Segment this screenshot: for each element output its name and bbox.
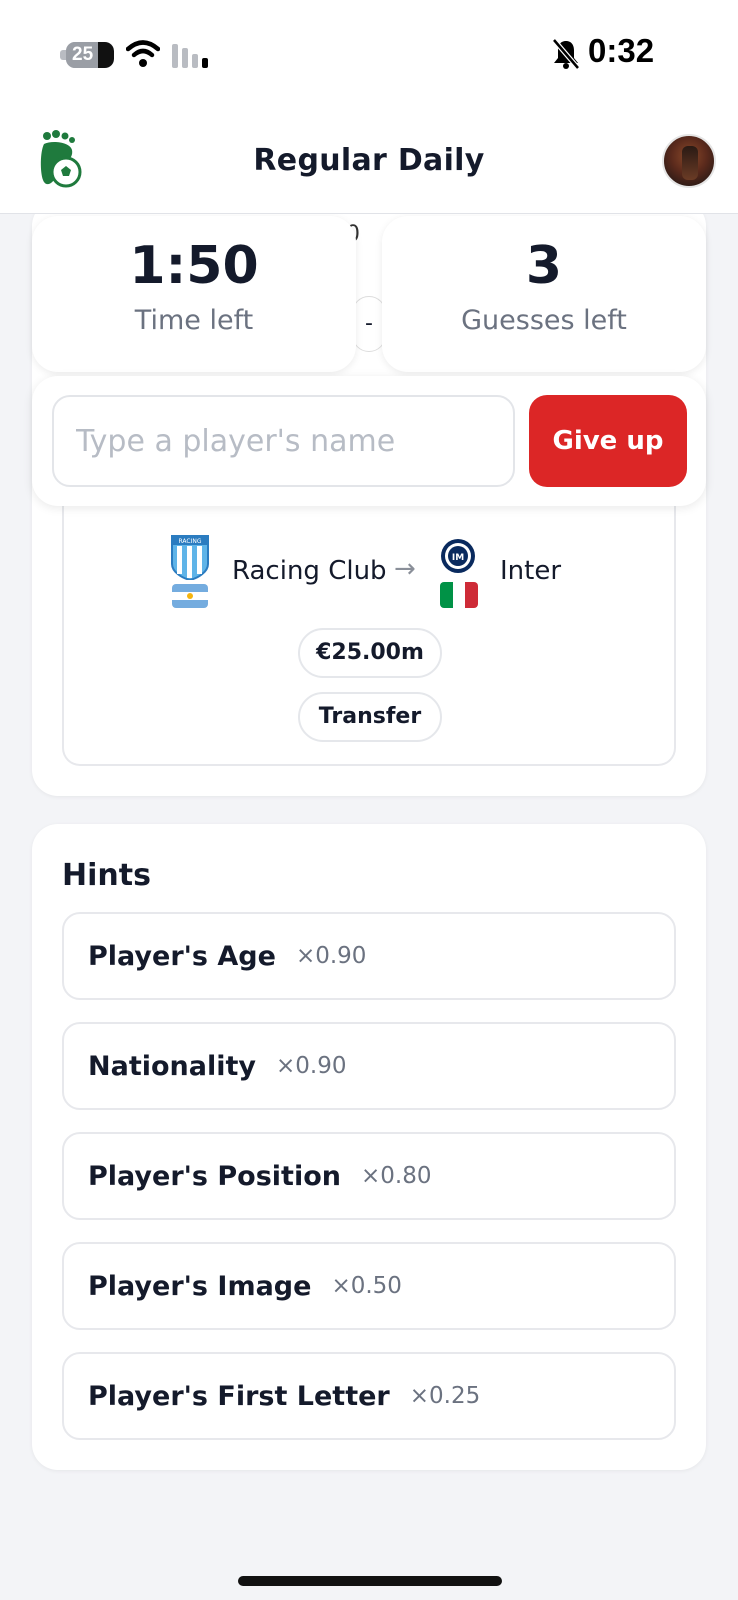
- hint-players-image[interactable]: Player's Image ×0.50: [62, 1242, 676, 1330]
- hint-label: Player's Age: [88, 940, 276, 972]
- obscured-pill-text: -: [365, 311, 373, 336]
- from-club-name: Racing Club: [232, 556, 387, 586]
- hint-players-age[interactable]: Player's Age ×0.90: [62, 912, 676, 1000]
- arrow-right-icon: →: [394, 554, 416, 584]
- wifi-icon: [126, 40, 160, 67]
- guesses-left-label: Guesses left: [461, 305, 627, 337]
- hint-label: Nationality: [88, 1050, 256, 1082]
- give-up-button[interactable]: Give up: [529, 395, 687, 487]
- hint-multiplier: ×0.80: [361, 1163, 432, 1189]
- racing-crest-text: RACING: [178, 538, 201, 545]
- hint-multiplier: ×0.25: [409, 1383, 481, 1409]
- hint-label: Player's Image: [88, 1270, 312, 1302]
- signal-icon: [172, 44, 208, 68]
- hint-multiplier: ×0.50: [331, 1273, 402, 1299]
- hint-multiplier: ×0.90: [276, 1053, 347, 1079]
- bell-muted-icon: [552, 38, 580, 70]
- status-bar: 25 0:32: [0, 0, 738, 110]
- battery-icon: 25: [66, 42, 114, 68]
- transfer-fee-badge: €25.00m: [298, 628, 442, 678]
- avatar[interactable]: [662, 134, 716, 188]
- italy-flag-icon: [440, 582, 478, 608]
- transfer-type-badge: Transfer: [298, 692, 442, 742]
- app-header: Regular Daily: [0, 110, 738, 214]
- guess-input-card: Give up: [32, 376, 706, 506]
- home-indicator[interactable]: [238, 1576, 502, 1586]
- inter-crest-icon: IM: [441, 539, 475, 573]
- hint-multiplier: ×0.90: [295, 943, 367, 969]
- hint-players-position[interactable]: Player's Position ×0.80: [62, 1132, 676, 1220]
- guesses-left-value: 3: [525, 236, 563, 296]
- hints-title: Hints: [62, 858, 151, 893]
- to-club-name: Inter: [500, 556, 562, 586]
- argentina-flag-icon: [172, 584, 208, 608]
- svg-text:IM: IM: [452, 553, 464, 563]
- time-left-card: 1:50 Time left: [32, 216, 356, 372]
- player-name-input[interactable]: [52, 395, 515, 487]
- time-left-value: 1:50: [129, 236, 259, 296]
- hint-label: Player's Position: [88, 1160, 341, 1192]
- hint-players-first-letter[interactable]: Player's First Letter ×0.25: [62, 1352, 676, 1440]
- status-time: 0:32: [588, 32, 655, 69]
- guesses-left-card: 3 Guesses left: [382, 216, 706, 372]
- hint-label: Player's First Letter: [88, 1380, 390, 1412]
- page-title: Regular Daily: [253, 143, 485, 178]
- hint-nationality[interactable]: Nationality ×0.90: [62, 1022, 676, 1110]
- battery-level: 25: [72, 44, 94, 65]
- obscured-pill: -: [352, 296, 386, 352]
- racing-club-crest-icon: RACING: [171, 535, 209, 580]
- time-left-label: Time left: [134, 305, 254, 337]
- hints-card: Hints Player's Age ×0.90 Nationality ×0.…: [32, 824, 706, 1470]
